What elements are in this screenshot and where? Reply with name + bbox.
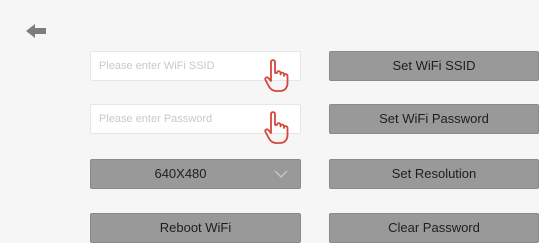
resolution-select[interactable]: 640X480 [90, 159, 301, 189]
pointing-hand-icon [264, 59, 289, 92]
resolution-selected-value: 640X480 [154, 166, 207, 181]
reboot-wifi-button[interactable]: Reboot WiFi [90, 213, 301, 243]
back-button[interactable] [26, 23, 48, 39]
set-resolution-button[interactable]: Set Resolution [329, 159, 539, 189]
clear-password-button[interactable]: Clear Password [329, 213, 539, 243]
back-arrow-icon [26, 24, 46, 38]
pointing-hand-icon [264, 111, 289, 144]
chevron-down-icon [274, 170, 288, 179]
set-wifi-password-button[interactable]: Set WiFi Password [329, 104, 539, 134]
set-wifi-ssid-button[interactable]: Set WiFi SSID [329, 51, 539, 81]
